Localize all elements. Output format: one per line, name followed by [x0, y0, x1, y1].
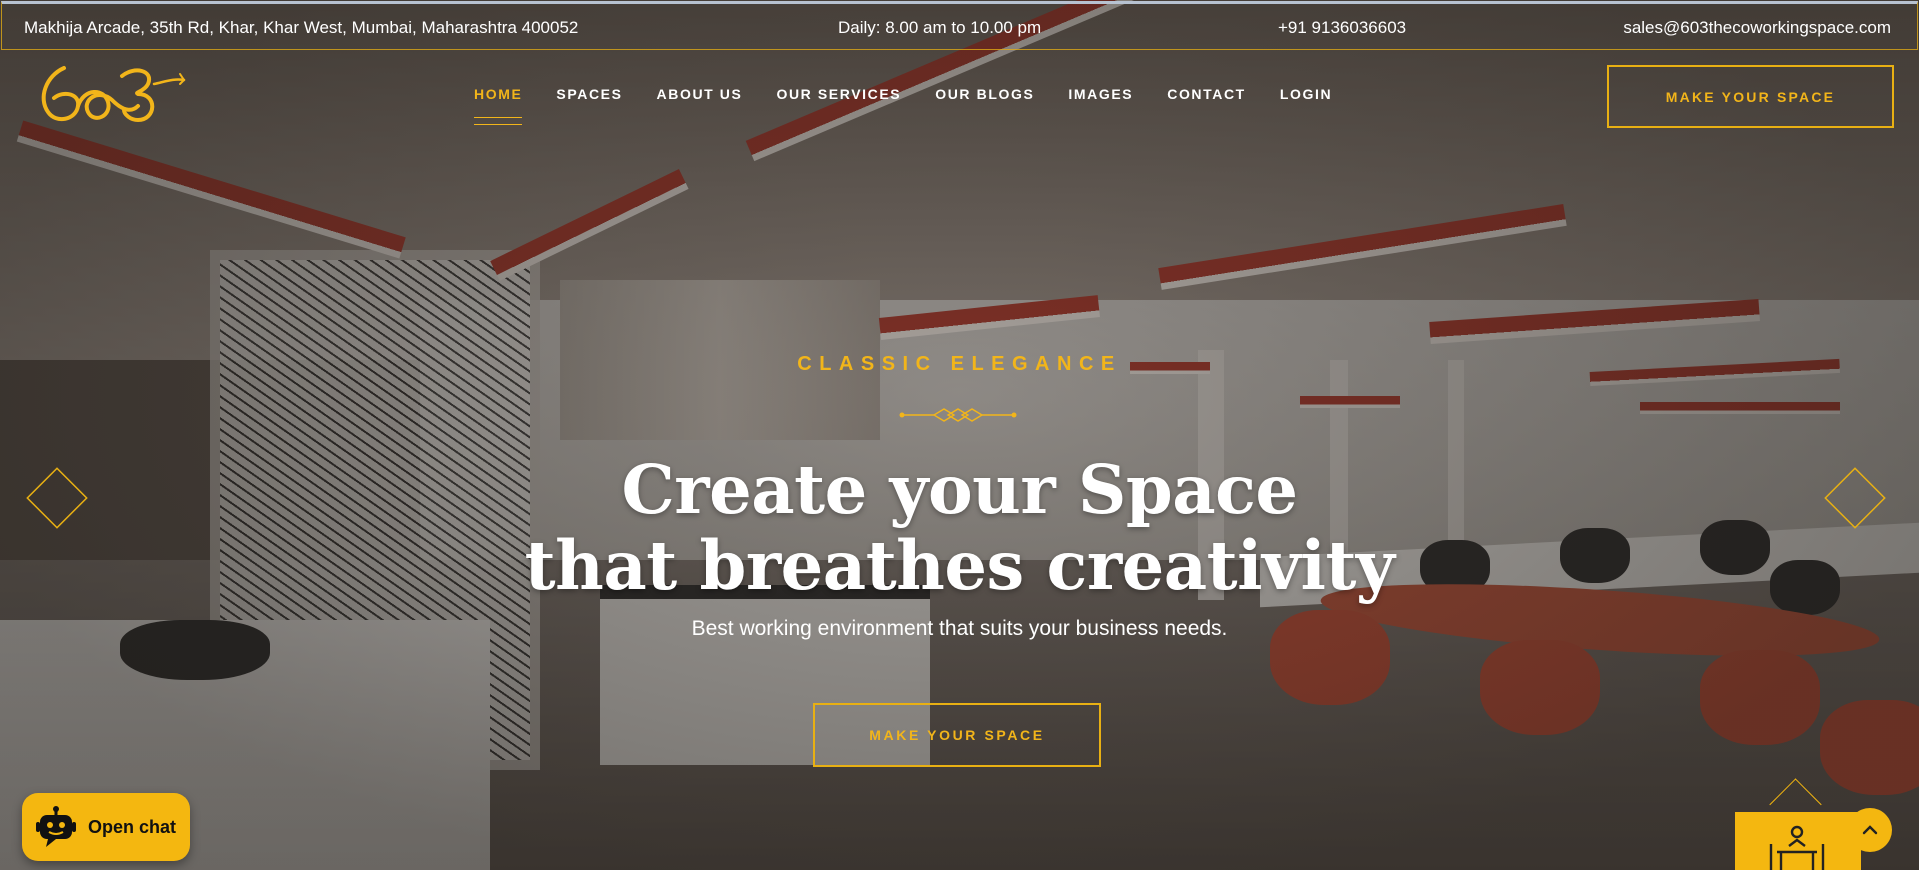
chevron-up-icon: [1862, 825, 1878, 835]
meeting-desk-icon: [1769, 825, 1825, 870]
nav-spaces[interactable]: SPACES: [556, 86, 622, 126]
nav-our-services[interactable]: OUR SERVICES: [776, 86, 901, 126]
robot-icon: [36, 806, 76, 847]
nav-about-us[interactable]: ABOUT US: [657, 86, 743, 126]
header-make-your-space-button[interactable]: MAKE YOUR SPACE: [1607, 65, 1894, 128]
ornament-divider-icon: [899, 408, 1017, 422]
nav-our-blogs[interactable]: OUR BLOGS: [935, 86, 1034, 126]
diamond-right-arrow-icon[interactable]: [1820, 463, 1890, 533]
nav-contact[interactable]: CONTACT: [1167, 86, 1246, 126]
main-nav: HOME SPACES ABOUT US OUR SERVICES OUR BL…: [474, 86, 1366, 126]
open-chat-button[interactable]: Open chat: [22, 793, 190, 861]
hero-headline-line2: that breathes creativity: [524, 526, 1395, 605]
nav-home[interactable]: HOME: [474, 86, 523, 126]
diamond-left-arrow-icon[interactable]: [22, 463, 92, 533]
top-info-bar: Makhija Arcade, 35th Rd, Khar, Khar West…: [1, 1, 1918, 50]
phone-link[interactable]: +91 9136036603: [1278, 18, 1406, 38]
hero-headline-line1: Create your Space: [621, 450, 1298, 529]
hero-subline: Best working environment that suits your…: [691, 617, 1228, 640]
hero-slider: CLASSIC ELEGANCE Create your Space that …: [0, 0, 1919, 870]
open-chat-label: Open chat: [88, 816, 177, 837]
nav-login[interactable]: LOGIN: [1280, 86, 1332, 126]
hero-eyebrow: CLASSIC ELEGANCE: [797, 353, 1122, 375]
address-text: Makhija Arcade, 35th Rd, Khar, Khar West…: [24, 18, 579, 37]
feature-badge[interactable]: [1735, 812, 1861, 870]
hero-headline: Create your Space that breathes creativi…: [0, 452, 1919, 604]
scroll-to-top-button[interactable]: [1848, 808, 1892, 852]
email-link[interactable]: sales@603thecoworkingspace.com: [1623, 18, 1891, 38]
site-logo[interactable]: [34, 58, 194, 130]
nav-images[interactable]: IMAGES: [1068, 86, 1133, 126]
hero-make-your-space-button[interactable]: MAKE YOUR SPACE: [813, 703, 1101, 767]
opening-hours-text: Daily: 8.00 am to 10.00 pm: [838, 18, 1042, 37]
